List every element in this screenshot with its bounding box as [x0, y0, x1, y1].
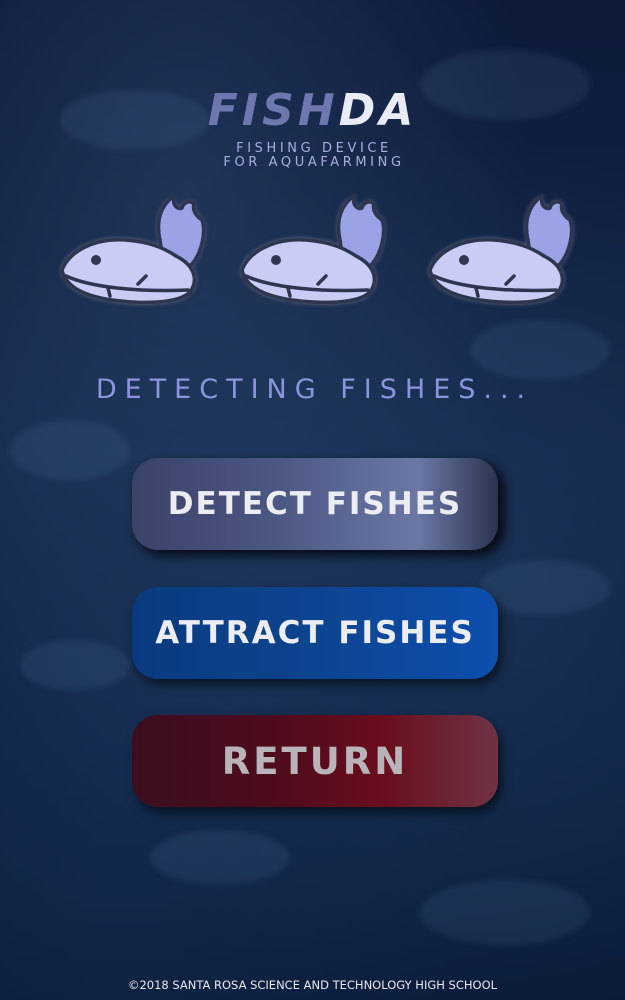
return-button[interactable]: RETURN	[132, 715, 498, 807]
detect-fishes-label: DETECT FISHES	[167, 486, 463, 522]
background-fish	[480, 560, 610, 615]
detect-fishes-button[interactable]: DETECT FISHES	[132, 458, 498, 550]
attract-fishes-label: ATTRACT FISHES	[155, 615, 475, 651]
background-fish	[150, 830, 290, 885]
brand-part-fish: FISH	[207, 85, 339, 136]
fish-icon	[420, 192, 580, 312]
app-logo-title: FISHDA	[0, 86, 625, 136]
background-fish	[20, 640, 130, 690]
tagline-line-1: FISHING DEVICE	[236, 141, 392, 156]
app-screen: FISHDA FISHING DEVICE FOR AQUAFARMING DE…	[0, 0, 625, 1000]
copyright-footer: ©2018 SANTA ROSA SCIENCE AND TECHNOLOGY …	[127, 978, 498, 992]
tagline-line-2: FOR AQUAFARMING	[223, 155, 405, 170]
background-fish	[470, 320, 610, 380]
background-fish	[420, 880, 590, 945]
detecting-status-text: DETECTING FISHES...	[95, 374, 534, 405]
fish-icon	[52, 192, 212, 312]
attract-fishes-button[interactable]: ATTRACT FISHES	[132, 587, 498, 679]
background-fish	[10, 420, 130, 480]
app-tagline: FISHING DEVICE FOR AQUAFARMING	[0, 142, 625, 170]
fish-icon	[232, 192, 392, 312]
return-label: RETURN	[221, 739, 409, 783]
brand-part-da: DA	[338, 85, 418, 136]
